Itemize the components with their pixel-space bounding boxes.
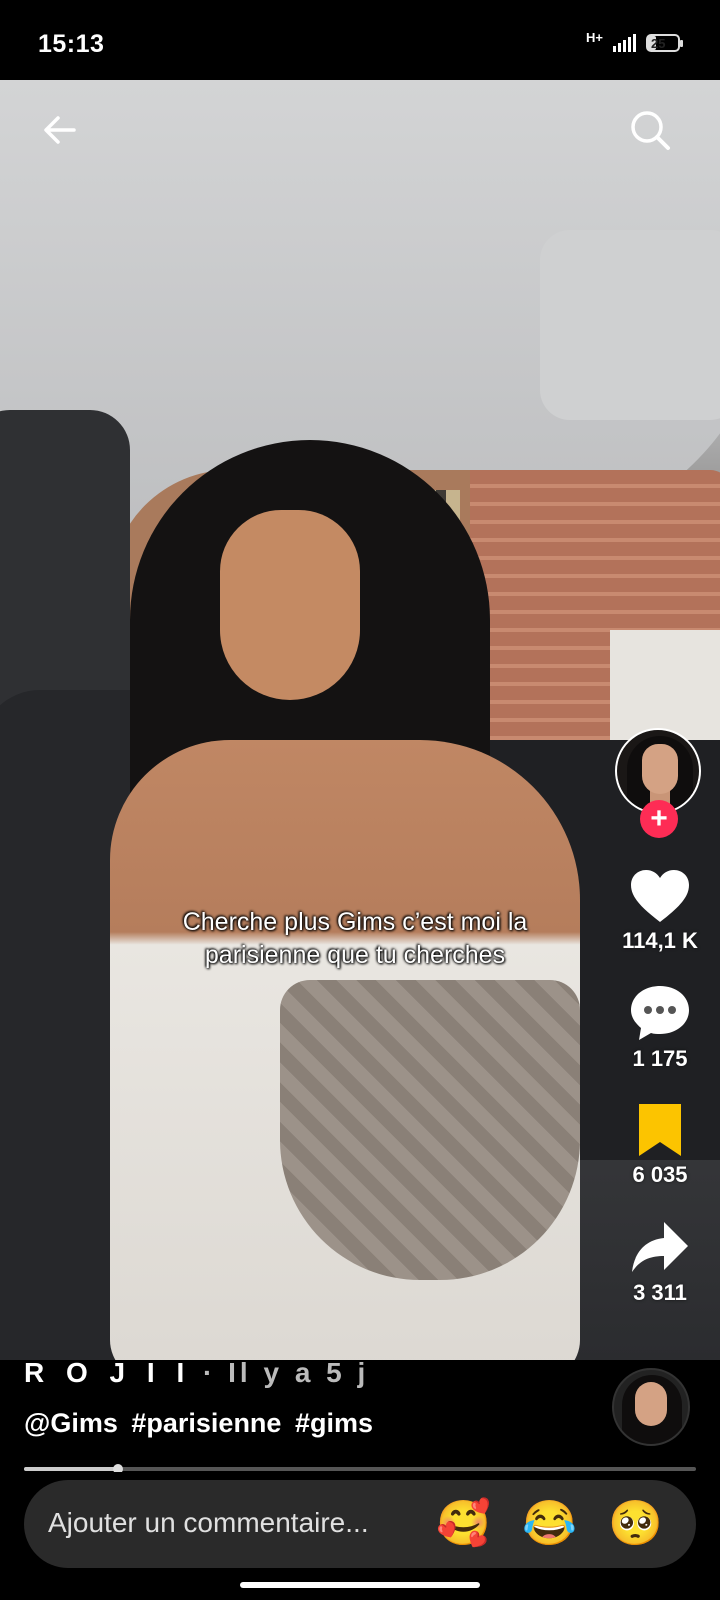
hashtag-link[interactable]: #parisienne bbox=[131, 1408, 281, 1438]
comment-bubble-icon bbox=[631, 986, 689, 1040]
status-indicators: H+ 25 bbox=[586, 29, 683, 52]
battery-icon: 25 bbox=[646, 34, 683, 52]
post-separator: · bbox=[191, 1357, 229, 1388]
back-button[interactable] bbox=[38, 108, 82, 152]
plus-icon: + bbox=[650, 802, 668, 835]
video-caption-line: parisienne que tu cherches bbox=[204, 941, 506, 969]
comment-placeholder: Ajouter un commentaire... bbox=[48, 1507, 369, 1538]
emoji-pleading-face-button[interactable]: 🥺 bbox=[608, 1498, 663, 1550]
arrow-left-icon bbox=[44, 116, 76, 144]
heart-icon bbox=[631, 870, 689, 922]
home-indicator[interactable] bbox=[240, 1582, 480, 1588]
hashtag-link[interactable]: #gims bbox=[295, 1408, 373, 1438]
search-icon bbox=[631, 111, 670, 150]
comment-input[interactable]: Ajouter un commentaire... 🥰 😂 🥺 bbox=[24, 1480, 696, 1568]
comment-count: 1 175 bbox=[632, 1046, 688, 1071]
post-info: R O J I I · Il y a 5 j @Gims #parisienne… bbox=[0, 1357, 720, 1470]
signal-strength-icon bbox=[613, 34, 636, 52]
video-progress-bar[interactable] bbox=[24, 1464, 696, 1474]
share-count: 3 311 bbox=[633, 1280, 687, 1305]
mention-link[interactable]: @Gims bbox=[24, 1408, 118, 1438]
emoji-tears-of-joy-button[interactable]: 😂 bbox=[522, 1498, 577, 1550]
status-bar: 15:13 H+ 25 bbox=[0, 0, 720, 80]
creator-avatar-button[interactable]: + bbox=[615, 728, 705, 838]
like-count: 114,1 K bbox=[622, 928, 698, 953]
video-caption-line: Cherche plus Gims c’est moi la bbox=[182, 908, 528, 936]
status-time: 15:13 bbox=[38, 30, 105, 58]
author-name[interactable]: R O J I I bbox=[24, 1357, 191, 1388]
share-button[interactable]: 3 311 bbox=[600, 1220, 720, 1306]
network-type: H+ bbox=[586, 29, 603, 45]
sun-visor bbox=[540, 230, 720, 420]
bookmark-icon bbox=[639, 1104, 681, 1156]
handbag bbox=[280, 980, 580, 1280]
emoji-smiling-hearts-button[interactable]: 🥰 bbox=[436, 1498, 491, 1550]
music-disc-button[interactable] bbox=[612, 1368, 690, 1446]
video-caption: Cherche plus Gims c’est moi la parisienn… bbox=[120, 906, 590, 972]
author-line: R O J I I · Il y a 5 j bbox=[24, 1357, 369, 1389]
battery-level: 25 bbox=[651, 35, 666, 51]
progress-fill bbox=[24, 1467, 119, 1471]
share-arrow-icon bbox=[632, 1222, 688, 1272]
like-button[interactable]: 114,1 K bbox=[600, 868, 720, 954]
save-button[interactable]: 6 035 bbox=[600, 1102, 720, 1188]
post-time: Il y a 5 j bbox=[228, 1357, 370, 1388]
comment-button[interactable]: 1 175 bbox=[600, 984, 720, 1072]
search-button[interactable] bbox=[628, 108, 672, 152]
save-count: 6 035 bbox=[632, 1162, 688, 1187]
post-description: @Gims #parisienne #gims bbox=[24, 1408, 373, 1439]
comment-area: Ajouter un commentaire... 🥰 😂 🥺 bbox=[0, 1472, 720, 1600]
follow-button[interactable]: + bbox=[640, 800, 678, 838]
person-face bbox=[220, 510, 360, 700]
